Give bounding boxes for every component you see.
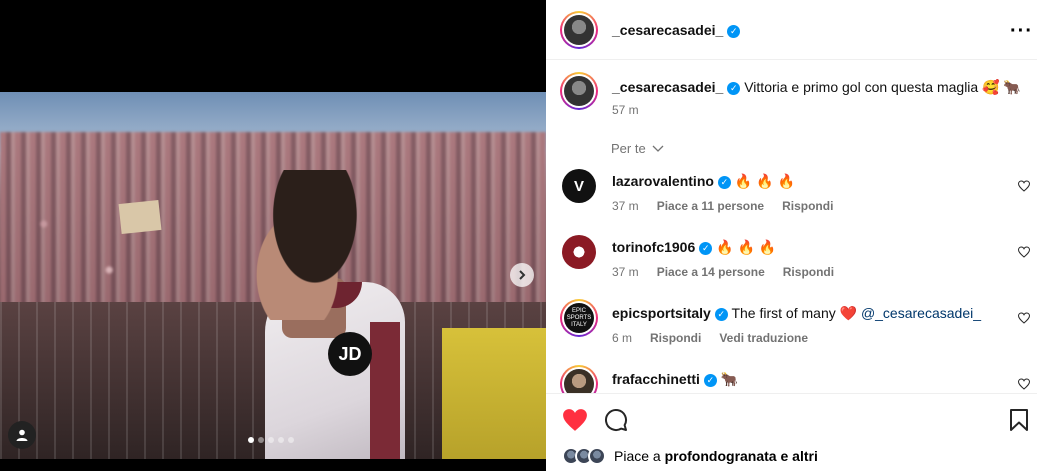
carousel-dots (248, 437, 294, 443)
verified-badge-icon: ✓ (727, 82, 741, 95)
post-side-panel: _cesarecasadei_ ✓ ··· _cesarecasadei_ ✓ Vi… (546, 0, 1037, 471)
comment-mention-link[interactable]: @_cesarecasadei_ (861, 305, 981, 321)
heart-icon[interactable] (1018, 378, 1030, 390)
chevron-right-icon (519, 270, 526, 280)
comment-meta: 37 m Piace a 14 persone Rispondi (612, 265, 834, 279)
comment-item: torinofc1906 ✓ 🔥 🔥 🔥 37 m Piace a 14 pers… (546, 232, 1037, 292)
caption-username[interactable]: _cesarecasadei_ (612, 79, 723, 95)
reply-button[interactable]: Rispondi (783, 265, 834, 279)
comment-username[interactable]: lazarovalentino (612, 173, 714, 189)
comment-meta: 6 m Rispondi Vedi traduzione (612, 331, 808, 345)
likes-prefix: Piace a (614, 448, 661, 464)
verified-badge-icon: ✓ (717, 176, 731, 189)
comment-sort-dropdown[interactable]: Per te (611, 141, 664, 156)
carousel-dot[interactable] (258, 437, 264, 443)
comment-time[interactable]: 37 m (612, 199, 639, 213)
player-head (250, 170, 368, 320)
commenter-avatar[interactable]: V (562, 169, 596, 203)
post-media-panel: JD (0, 0, 546, 471)
verified-badge-icon: ✓ (727, 25, 741, 38)
caption-emoji: 🥰 🐂 (982, 79, 1021, 95)
carousel-dot[interactable] (288, 437, 294, 443)
heart-icon[interactable] (1018, 312, 1030, 324)
post-actions-bar (546, 393, 1037, 441)
comment-item: V lazarovalentino ✓ 🔥 🔥 🔥 37 m Piace a 11… (546, 166, 1037, 226)
user-tag-button[interactable] (8, 421, 36, 449)
comment-text: 🔥 🔥 🔥 (716, 239, 777, 255)
user-tag-icon (16, 429, 28, 441)
bookmark-icon[interactable] (1009, 408, 1029, 432)
author-username[interactable]: _cesarecasadei_ ✓ (612, 22, 741, 38)
comment-line: epicsportsitaly ✓ The first of many ❤️ @_… (612, 305, 1012, 322)
comment-text: 🐂 (720, 371, 739, 387)
comment-text: The first of many ❤️ (731, 305, 858, 321)
comment-icon[interactable] (604, 408, 628, 432)
comment-line: lazarovalentino ✓ 🔥 🔥 🔥 (612, 173, 1012, 190)
comment-username[interactable]: frafacchinetti (612, 371, 700, 387)
carousel-next-button[interactable] (510, 263, 534, 287)
comment-line: torinofc1906 ✓ 🔥 🔥 🔥 (612, 239, 1012, 256)
reply-button[interactable]: Rispondi (782, 199, 833, 213)
commenter-avatar[interactable]: EPIC SPORTS ITALY (560, 299, 598, 337)
likes-summary: Piace a profondogranata e altri (562, 447, 818, 465)
caption-author-avatar[interactable] (560, 72, 598, 110)
translate-button[interactable]: Vedi traduzione (719, 331, 808, 345)
author-avatar[interactable] (560, 11, 598, 49)
comment-line: frafacchinetti ✓ 🐂 (612, 371, 1012, 388)
more-options-icon[interactable]: ··· (1010, 20, 1033, 43)
commenter-avatar[interactable] (560, 365, 598, 394)
chevron-down-icon (652, 145, 664, 152)
verified-badge-icon: ✓ (703, 374, 717, 387)
liker-avatar (588, 447, 606, 465)
comment-text: 🔥 🔥 🔥 (734, 173, 795, 189)
comment-item: frafacchinetti ✓ 🐂 (546, 364, 1037, 394)
sponsor-badge: JD (328, 332, 372, 376)
caption-text: Vittoria e primo gol con questa maglia (744, 79, 979, 95)
instagram-post-view: JD _cesarecasadei_ ✓ ··· _cesarecasadei_… (0, 0, 1037, 471)
photo-banner (118, 199, 162, 235)
post-caption: _cesarecasadei_ ✓ Vittoria e primo gol co… (612, 79, 1022, 96)
likes-user-link[interactable]: profondogranata (665, 448, 777, 464)
commenter-avatar[interactable] (562, 235, 596, 269)
likes-others-link[interactable]: e altri (780, 448, 817, 464)
liker-avatars[interactable] (562, 447, 606, 465)
comment-item: EPIC SPORTS ITALY epicsportsitaly ✓ The f… (546, 298, 1037, 358)
comment-likes-count[interactable]: Piace a 11 persone (657, 199, 764, 213)
reply-button[interactable]: Rispondi (650, 331, 701, 345)
heart-icon[interactable] (1018, 246, 1030, 258)
comment-time[interactable]: 6 m (612, 331, 632, 345)
photo-yellow-barrier (442, 328, 546, 459)
carousel-dot[interactable] (278, 437, 284, 443)
comment-likes-count[interactable]: Piace a 14 persone (657, 265, 765, 279)
post-header: _cesarecasadei_ ✓ ··· (546, 0, 1037, 60)
comment-time[interactable]: 37 m (612, 265, 639, 279)
comment-username[interactable]: epicsportsitaly (612, 305, 711, 321)
post-photo[interactable]: JD (0, 92, 546, 459)
post-time[interactable]: 57 m (612, 103, 639, 117)
carousel-dot[interactable] (268, 437, 274, 443)
heart-icon[interactable] (562, 408, 588, 432)
comment-meta: 37 m Piace a 11 persone Rispondi (612, 199, 833, 213)
verified-badge-icon: ✓ (714, 308, 728, 321)
player-sleeve (370, 322, 400, 459)
comment-username[interactable]: torinofc1906 (612, 239, 695, 255)
sort-label: Per te (611, 141, 646, 156)
verified-badge-icon: ✓ (699, 242, 713, 255)
heart-icon[interactable] (1018, 180, 1030, 192)
carousel-dot[interactable] (248, 437, 254, 443)
